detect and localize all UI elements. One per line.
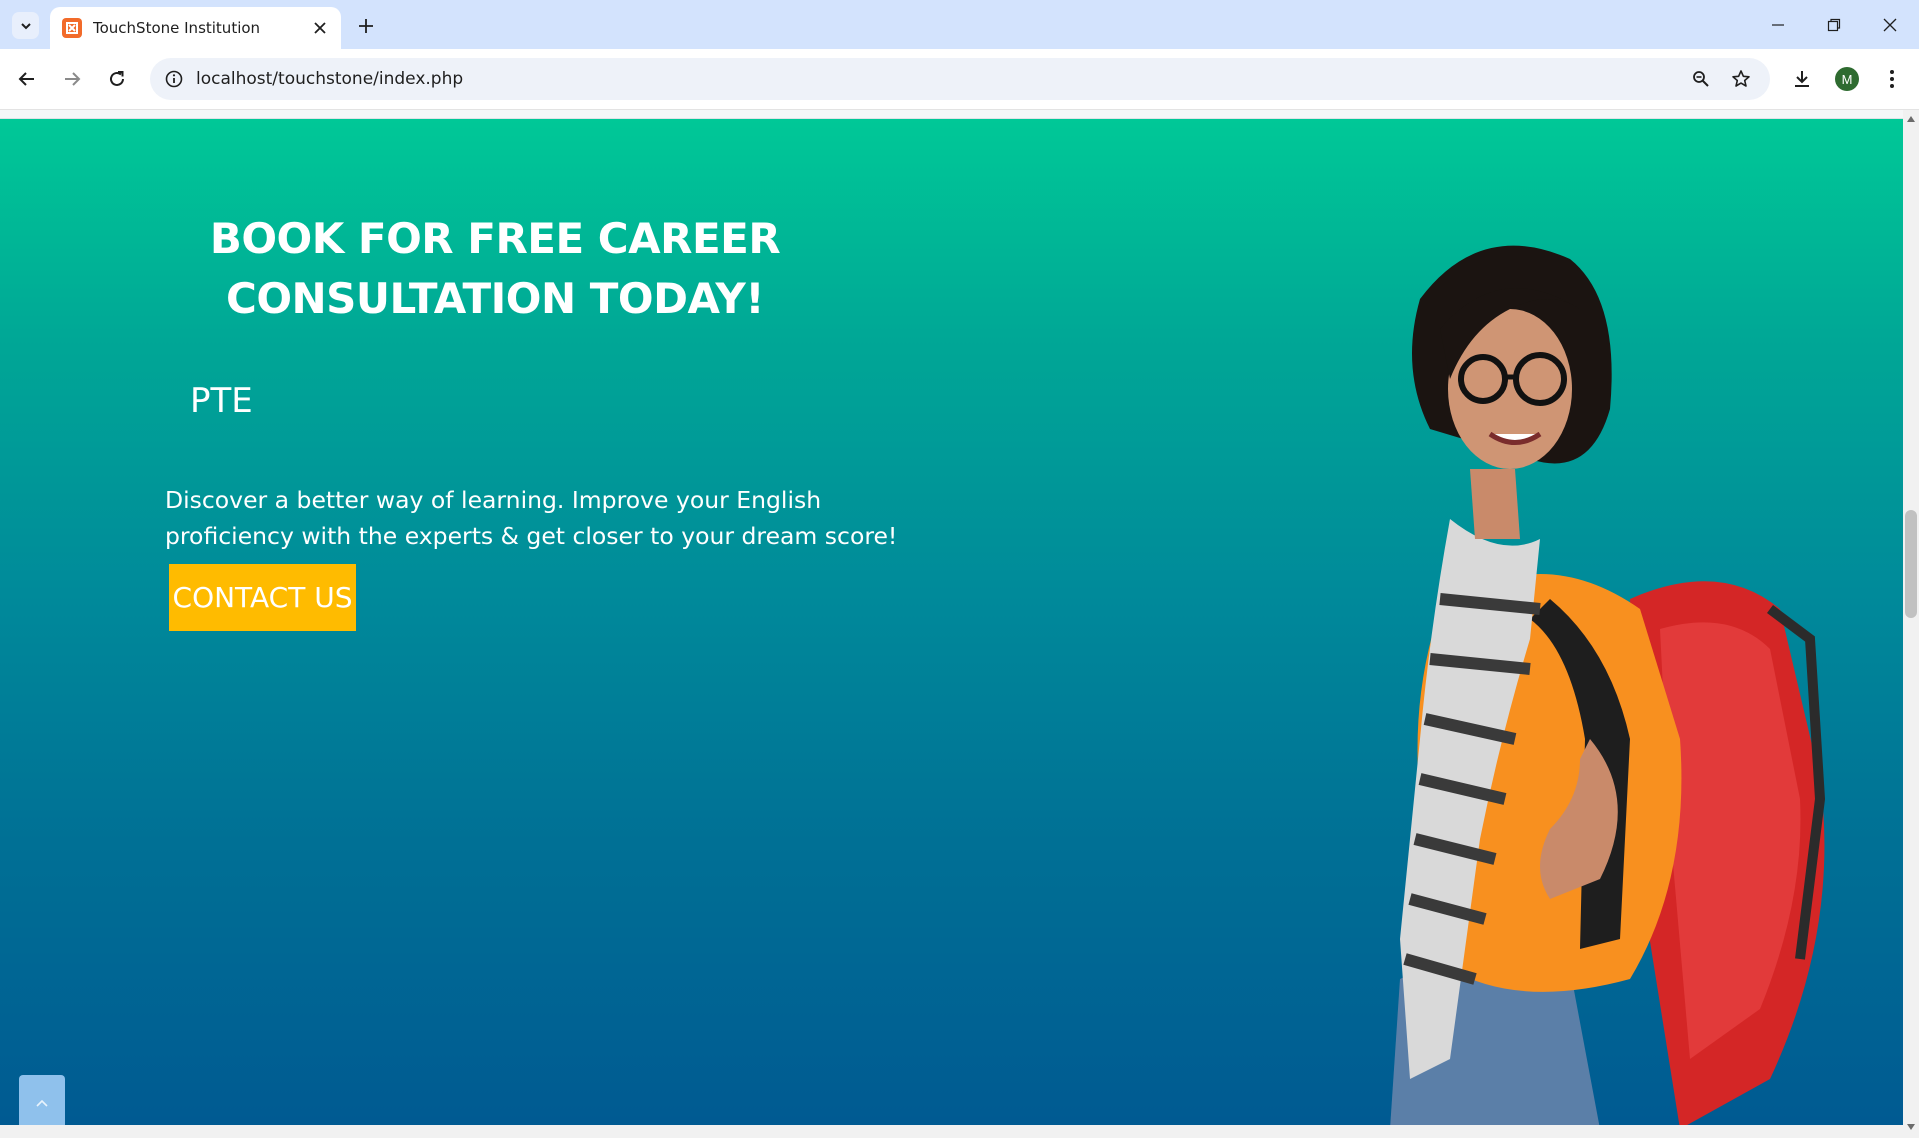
scroll-up-button[interactable] <box>1903 112 1919 126</box>
bookmark-button[interactable] <box>1729 67 1753 91</box>
section-divider <box>0 110 1903 119</box>
close-icon <box>1883 18 1897 32</box>
triangle-up-icon <box>1907 116 1915 122</box>
forward-button[interactable] <box>55 62 89 96</box>
reload-button[interactable] <box>100 62 134 96</box>
downloads-button[interactable] <box>1785 62 1819 96</box>
browser-toolbar: localhost/touchstone/index.php M <box>0 49 1919 110</box>
avatar: M <box>1835 67 1859 91</box>
plus-icon <box>358 18 373 33</box>
back-to-top-button[interactable] <box>19 1075 65 1125</box>
profile-button[interactable]: M <box>1830 62 1864 96</box>
hero-banner: BOOK FOR FREE CAREER CONSULTATION TODAY!… <box>0 119 1903 1125</box>
minimize-button[interactable] <box>1750 8 1806 42</box>
browser-tab-active[interactable]: TouchStone Institution <box>50 7 341 49</box>
restore-icon <box>1827 18 1841 32</box>
minimize-icon <box>1772 24 1784 26</box>
new-tab-button[interactable] <box>352 12 379 39</box>
download-icon <box>1795 71 1809 87</box>
close-icon <box>314 22 326 34</box>
arrow-left-icon <box>18 72 34 86</box>
site-favicon-icon <box>62 18 82 38</box>
restore-button[interactable] <box>1806 8 1862 42</box>
site-info-button[interactable] <box>162 67 186 91</box>
tab-close-button[interactable] <box>309 17 331 39</box>
page-viewport: BOOK FOR FREE CAREER CONSULTATION TODAY!… <box>0 110 1919 1138</box>
kebab-menu-icon <box>1890 70 1894 88</box>
student-photo <box>1390 245 1826 1125</box>
url-text[interactable]: localhost/touchstone/index.php <box>196 69 463 89</box>
close-window-button[interactable] <box>1862 8 1918 42</box>
contact-us-button[interactable]: CONTACT US <box>169 564 356 631</box>
tab-title: TouchStone Institution <box>93 19 261 37</box>
triangle-down-icon <box>1907 1124 1915 1130</box>
chevron-down-icon <box>20 22 31 29</box>
star-icon <box>1732 70 1750 87</box>
scroll-down-button[interactable] <box>1903 1120 1919 1134</box>
back-button[interactable] <box>10 62 44 96</box>
scrollbar-thumb[interactable] <box>1905 510 1917 618</box>
hero-description: Discover a better way of learning. Impro… <box>165 486 898 550</box>
info-icon <box>165 70 183 88</box>
hero-title: BOOK FOR FREE CAREER CONSULTATION TODAY! <box>209 214 781 323</box>
zoom-button[interactable] <box>1689 67 1713 91</box>
hero-course-label: PTE <box>190 381 253 421</box>
browser-menu-button[interactable] <box>1875 62 1909 96</box>
horizontal-scrollbar-track <box>0 1125 1903 1138</box>
browser-tab-strip: TouchStone Institution <box>0 0 1919 49</box>
arrow-right-icon <box>65 72 81 86</box>
reload-icon <box>110 71 124 86</box>
address-bar[interactable]: localhost/touchstone/index.php <box>150 58 1770 100</box>
tab-list-button[interactable] <box>12 12 39 39</box>
vertical-scrollbar[interactable] <box>1903 110 1919 1138</box>
zoom-icon <box>1693 71 1709 87</box>
chevron-up-icon <box>36 1099 48 1107</box>
